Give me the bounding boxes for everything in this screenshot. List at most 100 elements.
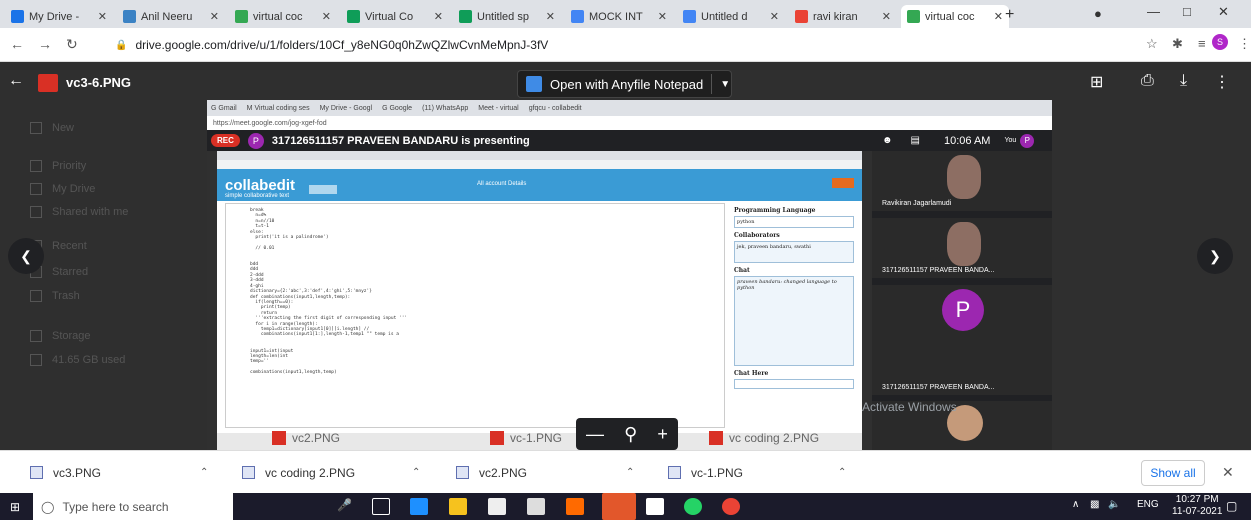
taskbar-search[interactable]: ◯ Type here to search bbox=[33, 493, 233, 520]
zoom-out-icon[interactable]: — bbox=[586, 424, 604, 445]
close-tab-icon[interactable]: ✕ bbox=[546, 10, 555, 23]
add-to-drive-icon[interactable]: ⊞ bbox=[1090, 72, 1103, 92]
login-button[interactable] bbox=[832, 178, 854, 188]
inner-tab-label: G Google bbox=[382, 104, 413, 112]
extension-icon[interactable]: ✱ bbox=[1172, 36, 1183, 52]
chevron-down-icon[interactable]: ▼ bbox=[720, 79, 730, 90]
download-item[interactable]: vc coding 2.PNG ⌃ bbox=[242, 451, 447, 494]
windows-start-icon[interactable]: ⊞ bbox=[10, 500, 20, 514]
notification-icon[interactable]: ▢ bbox=[1226, 499, 1237, 513]
image-file-icon bbox=[38, 74, 58, 92]
profile-icon[interactable]: ● bbox=[1094, 6, 1102, 21]
browser-tab[interactable]: Virtual Co ✕ bbox=[341, 5, 449, 28]
lock-icon: 🔒 bbox=[115, 39, 128, 51]
more-actions-icon[interactable]: ⋮ bbox=[1214, 72, 1230, 92]
chat-icon[interactable]: ▤ bbox=[911, 135, 920, 146]
close-tab-icon[interactable]: ✕ bbox=[770, 10, 779, 23]
forward-icon[interactable]: → bbox=[38, 36, 52, 52]
chat-input[interactable] bbox=[734, 379, 854, 389]
code-editor[interactable]: break n=d% n=n//10 t=t-1 else: print('it… bbox=[225, 203, 725, 428]
browser-tab[interactable]: Untitled d ✕ bbox=[677, 5, 785, 28]
url-field[interactable]: 🔒 drive.google.com/drive/u/1/folders/10C… bbox=[115, 33, 1015, 57]
clock-date: 11-07-2021 bbox=[1172, 506, 1223, 517]
firefox-icon[interactable] bbox=[566, 498, 584, 515]
close-tab-icon[interactable]: ✕ bbox=[210, 10, 219, 23]
download-file-name: vc coding 2.PNG bbox=[265, 465, 356, 480]
whatsapp-icon[interactable] bbox=[684, 498, 702, 515]
language-indicator[interactable]: ENG bbox=[1137, 499, 1159, 510]
back-icon[interactable]: ← bbox=[10, 36, 24, 52]
close-window-icon[interactable]: ✕ bbox=[1218, 4, 1229, 20]
download-item[interactable]: vc3.PNG ⌃ bbox=[30, 451, 235, 494]
new-tab-button[interactable]: + bbox=[1005, 6, 1014, 24]
menu-icon[interactable]: ⋮ bbox=[1238, 36, 1251, 52]
people-icon[interactable]: ☻ bbox=[882, 135, 893, 146]
tab-label: MOCK INT bbox=[589, 10, 643, 23]
browser-tab[interactable]: My Drive - ✕ bbox=[5, 5, 113, 28]
thumb-label: vc coding 2.PNG bbox=[729, 431, 820, 445]
browser-tab[interactable]: Anil Neeru ✕ bbox=[117, 5, 225, 28]
notepad-app-icon[interactable] bbox=[646, 498, 664, 515]
office-icon[interactable] bbox=[602, 493, 636, 520]
participant-tile[interactable]: Ravikiran Jagarlamudi bbox=[872, 151, 1052, 211]
close-tab-icon[interactable]: ✕ bbox=[322, 10, 331, 23]
drive-sidebar-label: My Drive bbox=[52, 183, 96, 195]
volume-icon[interactable]: 🔈 bbox=[1108, 499, 1120, 510]
store-icon[interactable] bbox=[488, 498, 506, 515]
participant-tile[interactable]: 317126511157 PRAVEEN BANDA... bbox=[872, 218, 1052, 278]
mic-icon[interactable]: 🎤 bbox=[337, 498, 355, 515]
next-image-button[interactable]: ❯ bbox=[1197, 238, 1233, 274]
collabedit-tagline: simple collaborative text bbox=[225, 193, 290, 199]
download-icon[interactable]: ⤓ bbox=[1180, 72, 1187, 90]
download-item[interactable]: vc2.PNG ⌃ bbox=[456, 451, 661, 494]
download-shelf: Show all ✕ vc3.PNG ⌃ vc coding 2.PNG ⌃ vc2.P… bbox=[0, 450, 1251, 493]
close-tab-icon[interactable]: ✕ bbox=[658, 10, 667, 23]
close-tab-icon[interactable]: ✕ bbox=[882, 10, 891, 23]
mail-icon[interactable] bbox=[527, 498, 545, 515]
tray-chevron-icon[interactable]: ∧ bbox=[1072, 499, 1079, 510]
star-icon[interactable]: ☆ bbox=[1146, 36, 1158, 52]
maximize-icon[interactable]: □ bbox=[1183, 4, 1191, 19]
chevron-up-icon[interactable]: ⌃ bbox=[838, 467, 846, 478]
image-file-icon bbox=[242, 466, 255, 479]
clock[interactable]: 10:27 PM 11-07-2021 bbox=[1172, 494, 1222, 518]
browser-tab[interactable]: Untitled sp ✕ bbox=[453, 5, 561, 28]
chevron-up-icon[interactable]: ⌃ bbox=[200, 467, 208, 478]
open-with-button[interactable]: Open with Anyfile Notepad ▼ bbox=[517, 70, 732, 98]
browser-tab[interactable]: ravi kiran ✕ bbox=[789, 5, 897, 28]
magnifier-icon[interactable]: ⚲ bbox=[624, 424, 637, 445]
language-select[interactable]: python bbox=[734, 216, 854, 228]
show-all-button[interactable]: Show all bbox=[1141, 460, 1205, 486]
chevron-up-icon[interactable]: ⌃ bbox=[626, 467, 634, 478]
file-explorer-icon[interactable] bbox=[449, 498, 467, 515]
reading-list-icon[interactable]: ≡ bbox=[1198, 36, 1206, 51]
profile-avatar[interactable]: S bbox=[1212, 34, 1228, 50]
thumb-item[interactable]: vc2.PNG bbox=[272, 426, 340, 450]
participant-tile[interactable]: P 317126511157 PRAVEEN BANDA... bbox=[872, 285, 1052, 395]
thumb-item[interactable]: vc-1.PNG bbox=[490, 426, 562, 450]
drive-sidebar-icon bbox=[30, 160, 42, 172]
tab-favicon bbox=[11, 10, 24, 23]
browser-tab[interactable]: MOCK INT ✕ bbox=[565, 5, 673, 28]
chevron-up-icon[interactable]: ⌃ bbox=[412, 467, 420, 478]
zoom-in-icon[interactable]: + bbox=[657, 424, 668, 445]
close-tab-icon[interactable]: ✕ bbox=[98, 10, 107, 23]
close-tab-icon[interactable]: ✕ bbox=[434, 10, 443, 23]
print-icon[interactable]: ⎙ bbox=[1141, 72, 1154, 90]
chrome-icon[interactable] bbox=[722, 498, 740, 515]
download-item[interactable]: vc-1.PNG ⌃ bbox=[668, 451, 873, 494]
edge-icon[interactable] bbox=[410, 498, 428, 515]
browser-tab[interactable]: virtual coc ✕ bbox=[901, 5, 1009, 28]
task-view-icon[interactable] bbox=[372, 498, 390, 515]
minimize-icon[interactable]: — bbox=[1147, 4, 1160, 19]
reload-icon[interactable]: ↻ bbox=[66, 36, 78, 53]
url-text: drive.google.com/drive/u/1/folders/10Cf_… bbox=[135, 38, 549, 52]
browser-tab[interactable]: virtual coc ✕ bbox=[229, 5, 337, 28]
close-viewer-icon[interactable]: ← bbox=[8, 72, 24, 90]
rec-badge: REC bbox=[211, 134, 240, 147]
close-shelf-icon[interactable]: ✕ bbox=[1222, 464, 1234, 481]
network-icon[interactable]: ▩ bbox=[1090, 499, 1099, 510]
previous-image-button[interactable]: ❮ bbox=[8, 238, 44, 274]
thumb-item[interactable]: vc coding 2.PNG bbox=[709, 426, 819, 450]
close-tab-icon[interactable]: ✕ bbox=[994, 10, 1003, 23]
